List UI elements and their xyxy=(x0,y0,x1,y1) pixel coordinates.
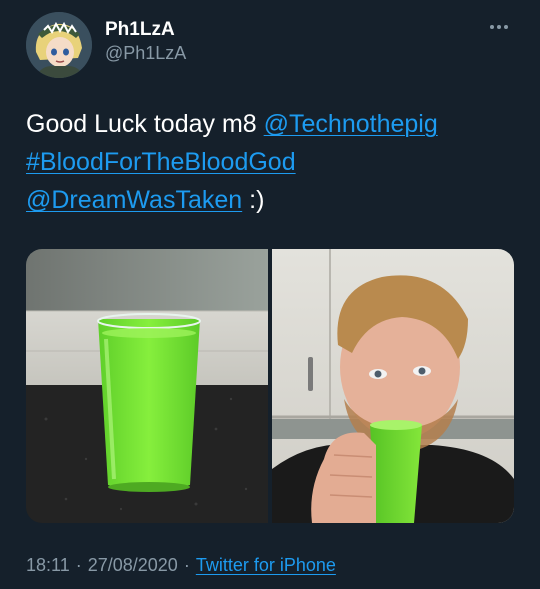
dot xyxy=(490,25,494,29)
more-options-icon[interactable] xyxy=(484,16,514,38)
tweet-text: Good Luck today m8 @Technothepig #BloodFo… xyxy=(26,105,516,219)
mention-technothepig[interactable]: @Technothepig xyxy=(264,110,438,138)
tweet-source-link[interactable]: Twitter for iPhone xyxy=(196,555,336,575)
tweet-footer: 18:11 · 27/08/2020 · Twitter for iPhone xyxy=(26,555,336,576)
username-handle[interactable]: @Ph1LzA xyxy=(105,43,186,64)
tweet-text-intro: Good Luck today m8 xyxy=(26,110,264,138)
tweet-text-outro: :) xyxy=(242,186,265,214)
photo-green-drink-glass[interactable] xyxy=(26,249,268,523)
hashtag-bloodforthebloodgod[interactable]: #BloodForTheBloodGod xyxy=(26,148,296,176)
timestamp-date[interactable]: 27/08/2020 xyxy=(88,555,178,575)
avatar[interactable] xyxy=(26,12,92,78)
separator-dot: · xyxy=(75,555,82,575)
display-name[interactable]: Ph1LzA xyxy=(105,19,175,41)
media-grid xyxy=(26,249,514,523)
timestamp-time[interactable]: 18:11 xyxy=(26,555,70,575)
separator-dot: · xyxy=(183,555,190,575)
photo-man-drinking[interactable] xyxy=(272,249,514,523)
tweet-card: Ph1LzA @Ph1LzA Good Luck today m8 @Techn… xyxy=(0,0,540,589)
dot xyxy=(504,25,508,29)
dot xyxy=(497,25,501,29)
mention-dreamwastaken[interactable]: @DreamWasTaken xyxy=(26,186,242,214)
